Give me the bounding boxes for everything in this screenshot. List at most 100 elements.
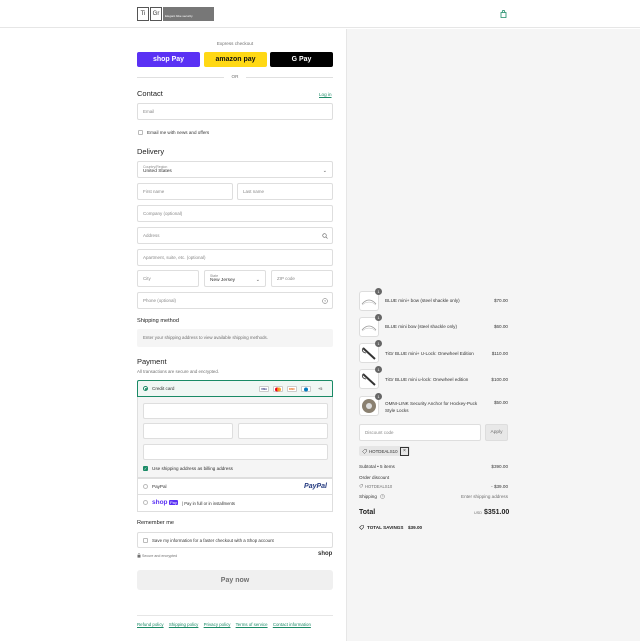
amazon-pay-button[interactable]: amazon pay xyxy=(204,52,267,67)
or-divider-label: OR xyxy=(231,74,239,79)
help-icon[interactable]: ? xyxy=(380,494,385,499)
express-checkout-title: Express checkout xyxy=(216,41,254,46)
visa-icon: VISA xyxy=(259,386,269,392)
paypal-radio[interactable] xyxy=(143,484,148,489)
google-pay-label: G Pay xyxy=(291,56,312,63)
shipping-policy-link[interactable]: Shipping policy xyxy=(169,622,199,627)
quantity-badge: 1 xyxy=(375,366,382,373)
shoppay-logo: shop xyxy=(152,499,168,506)
item-price: $70.00 xyxy=(493,298,508,303)
shoppay-radio[interactable] xyxy=(143,500,148,505)
cardholder-name-field[interactable] xyxy=(143,444,328,460)
phone-placeholder: Phone (optional) xyxy=(143,298,177,303)
logo-box-gr: Gr xyxy=(150,7,162,21)
item-name: BLUE mini bow (steel shackle only) xyxy=(385,324,457,329)
zip-field[interactable]: ZIP code xyxy=(271,270,333,287)
paypal-logo: PayPal xyxy=(304,483,327,490)
pay-now-button[interactable]: Pay now xyxy=(137,570,333,590)
footer-links: Refund policy Shipping policy Privacy po… xyxy=(137,622,315,627)
item-price: $100.00 xyxy=(491,377,508,382)
help-icon[interactable]: ? xyxy=(322,298,328,304)
cvv-field[interactable] xyxy=(238,423,328,439)
mastercard-icon xyxy=(273,386,283,392)
address-field[interactable]: Address xyxy=(137,227,333,244)
apartment-field[interactable]: Apartment, suite, etc. (optional) xyxy=(137,249,333,266)
save-info-label: Save my information for a faster checkou… xyxy=(152,538,274,543)
email-placeholder: Email xyxy=(143,109,155,114)
tag-icon xyxy=(362,448,367,454)
city-field[interactable]: City xyxy=(137,270,199,287)
total-label: Total xyxy=(359,509,376,516)
secure-label: Secure and encrypted xyxy=(142,554,178,558)
amazon-pay-label: amazon pay xyxy=(215,56,256,63)
shop-pay-button[interactable]: shop Pay xyxy=(137,52,200,67)
credit-card-option[interactable]: Credit card VISA DISC +5 xyxy=(137,380,333,397)
contact-heading: Contact xyxy=(137,89,163,98)
contact-information-link[interactable]: Contact information xyxy=(273,622,311,627)
header: Ti Gr Elegant bike security xyxy=(0,0,640,28)
svg-text:?: ? xyxy=(382,495,384,499)
phone-field[interactable]: Phone (optional) ? xyxy=(137,292,333,309)
discount-code-label: HOTDEALS10 xyxy=(365,484,393,489)
item-price: $110.00 xyxy=(491,351,508,356)
shoppay-badge: Pay xyxy=(169,500,178,505)
payment-subtitle: All transactions are secure and encrypte… xyxy=(137,369,220,374)
last-name-field[interactable]: Last name xyxy=(237,183,333,200)
divider-left xyxy=(137,77,224,78)
first-name-field[interactable]: First name xyxy=(137,183,233,200)
privacy-policy-link[interactable]: Privacy policy xyxy=(204,622,231,627)
company-placeholder: Company (optional) xyxy=(143,211,183,216)
item-name: TiGr BLUE mini u-lock: Onewheel edition xyxy=(385,377,469,382)
credit-card-radio[interactable] xyxy=(143,386,148,391)
discount-code-field[interactable]: Discount code xyxy=(359,424,481,441)
last-name-placeholder: Last name xyxy=(243,189,265,194)
remove-code-icon[interactable]: × xyxy=(400,446,409,456)
applied-code: HOTDEALS10 xyxy=(369,448,398,454)
logo-slogan: Elegant bike security xyxy=(163,7,214,21)
lock-icon xyxy=(137,553,141,558)
billing-checkbox[interactable]: ✓ xyxy=(143,466,148,471)
expiry-field[interactable] xyxy=(143,423,233,439)
company-field[interactable]: Company (optional) xyxy=(137,205,333,222)
news-checkbox[interactable] xyxy=(138,130,143,135)
order-discount-label: Order discount xyxy=(359,475,390,480)
email-field[interactable]: Email xyxy=(137,103,333,120)
store-logo[interactable]: Ti Gr Elegant bike security xyxy=(137,7,214,21)
login-link[interactable]: Log in xyxy=(319,92,332,97)
address-placeholder: Address xyxy=(143,233,160,238)
refund-policy-link[interactable]: Refund policy xyxy=(137,622,164,627)
divider-right xyxy=(246,77,333,78)
paypal-label: PayPal xyxy=(152,484,167,489)
quantity-badge: 1 xyxy=(375,393,382,400)
billing-label: Use shipping address as billing address xyxy=(152,466,233,471)
order-summary xyxy=(346,29,640,641)
shipping-method-heading: Shipping method xyxy=(137,318,179,324)
remember-heading: Remember me xyxy=(137,520,174,526)
shoppay-text: | Pay in full or in installments xyxy=(182,501,235,506)
delivery-heading: Delivery xyxy=(137,147,165,156)
terms-of-service-link[interactable]: Terms of service xyxy=(236,622,268,627)
subtotal-label: Subtotal • 5 items xyxy=(359,464,395,469)
diners-icon xyxy=(301,386,311,392)
discover-icon: DISC xyxy=(287,386,297,392)
news-label: Email me with news and offers xyxy=(147,130,210,135)
shoppay-option[interactable]: shop Pay | Pay in full or in installment… xyxy=(137,495,333,512)
country-select[interactable]: Country/Region United States ⌄ xyxy=(137,161,333,178)
paypal-option[interactable]: PayPal PayPal xyxy=(137,478,333,495)
quantity-badge: 1 xyxy=(375,340,382,347)
item-name: BLUE mini+ bow (steel shackle only) xyxy=(385,298,460,303)
first-name-placeholder: First name xyxy=(143,189,165,194)
quantity-badge: 1 xyxy=(375,288,382,295)
shopping-bag-icon[interactable] xyxy=(500,10,507,18)
apply-button[interactable]: Apply xyxy=(485,424,508,441)
card-form-panel: ✓ Use shipping address as billing addres… xyxy=(137,397,333,478)
payment-heading: Payment xyxy=(137,357,167,366)
google-pay-button[interactable]: G Pay xyxy=(270,52,333,67)
card-number-field[interactable] xyxy=(143,403,328,419)
item-price: $60.00 xyxy=(493,324,508,329)
state-select[interactable]: State New Jersey ⌄ xyxy=(204,270,266,287)
save-info-checkbox[interactable] xyxy=(143,538,148,543)
applied-code-tag: HOTDEALS10 × xyxy=(359,446,410,456)
item-name: OMNI-LINK Security Anchor for Hockey-Puc… xyxy=(385,401,478,413)
discount-value: - $39.00 xyxy=(491,484,508,489)
